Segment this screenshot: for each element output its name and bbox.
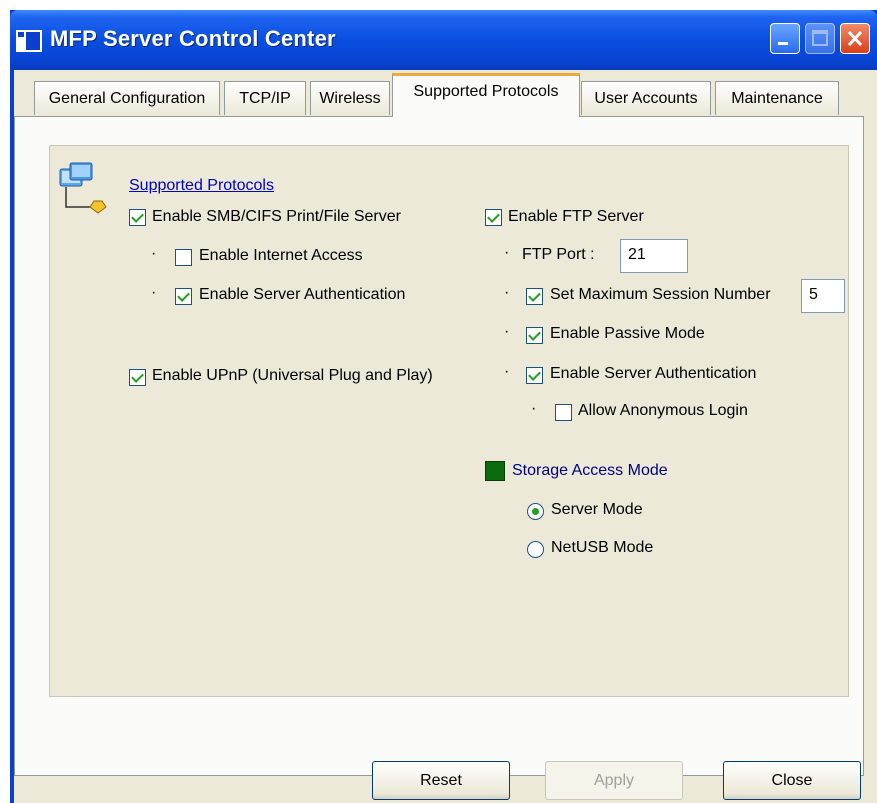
minimize-button[interactable] [770,23,800,54]
tab-maintenance[interactable]: Maintenance [715,81,839,115]
reset-button[interactable]: Reset [372,761,510,800]
window-client-area: General Configuration TCP/IP Wireless Su… [14,70,877,803]
max-session-input[interactable]: 5 [801,279,845,313]
maximize-icon [812,30,828,46]
smb-label: Enable SMB/CIFS Print/File Server [152,208,401,225]
tab-general-configuration[interactable]: General Configuration [34,81,220,115]
close-icon [847,30,863,47]
apply-button[interactable]: Apply [545,761,683,800]
anonymous-login-label: Allow Anonymous Login [578,402,748,419]
bullet-marker: · [504,363,510,380]
bullet-marker: · [151,284,157,301]
server-mode-label: Server Mode [551,501,643,518]
tab-supported-protocols[interactable]: Supported Protocols [392,73,580,117]
bullet-marker: · [504,244,510,261]
storage-mode-icon [485,461,505,481]
internet-access-checkbox[interactable] [175,249,192,266]
tab-wireless[interactable]: Wireless [310,81,390,115]
anonymous-login-checkbox[interactable] [555,404,572,421]
tab-strip: General Configuration TCP/IP Wireless Su… [14,70,877,118]
ftp-label: Enable FTP Server [508,208,644,225]
smb-checkbox[interactable] [129,209,146,226]
smb-server-auth-checkbox[interactable] [175,288,192,305]
app-window: MFP Server Control Center General Config… [10,10,877,803]
ftp-server-auth-checkbox[interactable] [526,367,543,384]
minimize-icon [778,42,788,45]
bullet-marker: · [531,400,537,417]
max-session-label: Set Maximum Session Number [550,286,771,303]
tab-tcp-ip[interactable]: TCP/IP [224,81,306,115]
netusb-mode-label: NetUSB Mode [551,539,654,556]
upnp-checkbox[interactable] [129,369,146,386]
title-bar[interactable]: MFP Server Control Center [10,10,877,70]
smb-server-auth-label: Enable Server Authentication [199,286,406,303]
netusb-mode-radio[interactable] [527,541,544,558]
bullet-marker: · [151,245,157,262]
upnp-label: Enable UPnP (Universal Plug and Play) [152,367,433,384]
close-window-button[interactable] [840,23,870,54]
app-logo-icon [16,30,42,52]
server-mode-radio[interactable] [527,503,544,520]
storage-access-mode-title: Storage Access Mode [512,462,668,479]
max-session-checkbox[interactable] [526,288,543,305]
supported-protocols-panel: Supported Protocols Enable SMB/CIFS Prin… [14,116,864,776]
maximize-button[interactable] [805,23,835,54]
supported-protocols-heading[interactable]: Supported Protocols [129,177,274,195]
passive-mode-checkbox[interactable] [526,327,543,344]
internet-access-label: Enable Internet Access [199,247,363,264]
ftp-port-input[interactable]: 21 [620,239,688,273]
close-button[interactable]: Close [723,761,861,800]
ftp-checkbox[interactable] [485,209,502,226]
bullet-marker: · [504,284,510,301]
network-computers-icon [59,162,107,214]
ftp-port-label: FTP Port : [522,246,595,263]
protocols-groupbox: Supported Protocols Enable SMB/CIFS Prin… [49,145,849,697]
passive-mode-label: Enable Passive Mode [550,325,705,342]
bullet-marker: · [504,323,510,340]
ftp-server-auth-label: Enable Server Authentication [550,365,757,382]
window-title: MFP Server Control Center [50,26,336,51]
tab-user-accounts[interactable]: User Accounts [581,81,711,115]
